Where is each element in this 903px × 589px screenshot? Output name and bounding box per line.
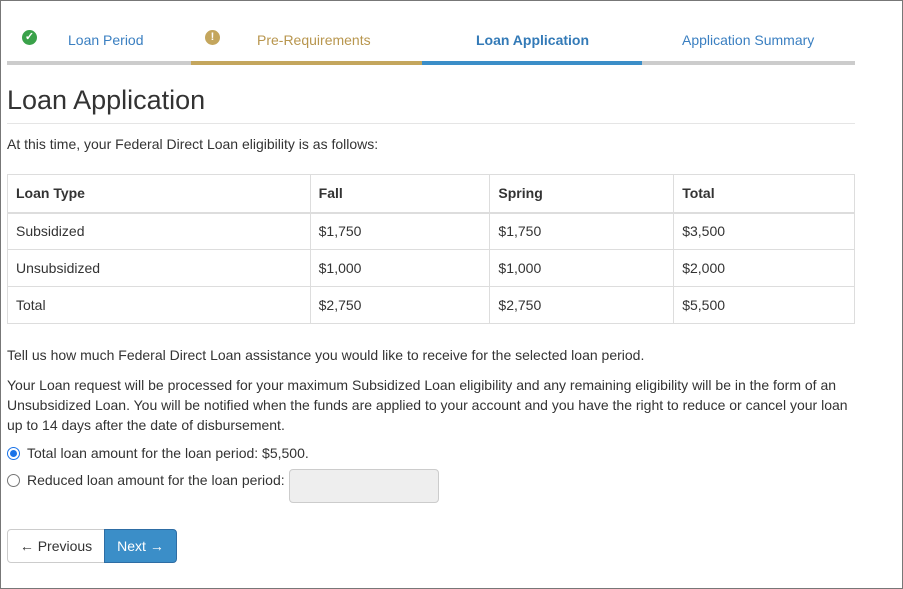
table-cell: $3,500 [673, 212, 855, 250]
total-amount-radio[interactable] [7, 446, 20, 460]
table-row: Subsidized $1,750 $1,750 $3,500 [7, 212, 855, 250]
table-cell: Unsubsidized [7, 249, 311, 287]
alert-icon: ! [205, 30, 220, 45]
table-cell: $1,750 [309, 212, 491, 250]
column-header: Loan Type [7, 174, 311, 214]
reduced-amount-radio[interactable] [7, 473, 20, 487]
instruction-prompt: Tell us how much Federal Direct Loan ass… [7, 347, 645, 363]
progress-steps: ✓ Loan Period ! Pre-Requirements Loan Ap… [7, 23, 855, 65]
reduced-amount-option[interactable]: Reduced loan amount for the loan period: [7, 472, 285, 488]
check-icon: ✓ [22, 30, 37, 45]
next-button[interactable]: Next → [104, 529, 177, 563]
step-bar [642, 61, 855, 65]
reduced-amount-label: Reduced loan amount for the loan period: [27, 472, 285, 488]
step-label: Pre-Requirements [257, 32, 371, 48]
table-cell: $2,750 [309, 286, 491, 324]
step-label: Loan Application [476, 32, 590, 48]
column-header: Total [673, 174, 855, 214]
table-row: Total $2,750 $2,750 $5,500 [7, 286, 855, 324]
step-bar [422, 61, 642, 65]
total-amount-option[interactable]: Total loan amount for the loan period: $… [7, 445, 309, 461]
instruction-details: Your Loan request will be processed for … [7, 377, 848, 433]
table-cell: $2,750 [489, 286, 675, 324]
table-cell: Subsidized [7, 212, 311, 250]
table-cell: $2,000 [673, 249, 855, 287]
intro-text: At this time, your Federal Direct Loan e… [7, 136, 379, 152]
step-label: Application Summary [682, 32, 815, 48]
previous-button[interactable]: ← Previous [7, 529, 105, 563]
step-bar [7, 61, 191, 65]
step-application-summary[interactable]: Application Summary [642, 23, 855, 65]
total-amount-label: Total loan amount for the loan period: $… [27, 445, 309, 461]
table-cell: $1,000 [309, 249, 491, 287]
table-row: Unsubsidized $1,000 $1,000 $2,000 [7, 249, 855, 287]
step-loan-application[interactable]: Loan Application [422, 23, 642, 65]
column-header: Fall [309, 174, 491, 214]
table-cell: $1,000 [489, 249, 675, 287]
table-header-row: Loan Type Fall Spring Total [7, 174, 855, 214]
step-bar [191, 61, 422, 65]
page-title: Loan Application [7, 85, 206, 115]
page-frame: ✓ Loan Period ! Pre-Requirements Loan Ap… [0, 0, 903, 589]
column-header: Spring [489, 174, 675, 214]
step-loan-period[interactable]: ✓ Loan Period [7, 23, 191, 65]
table-cell: $1,750 [489, 212, 675, 250]
eligibility-table: Loan Type Fall Spring Total Subsidized $… [7, 174, 855, 324]
title-divider [7, 123, 855, 124]
reduced-amount-input[interactable] [289, 469, 439, 503]
table-cell: Total [7, 286, 311, 324]
step-pre-requirements[interactable]: ! Pre-Requirements [191, 23, 422, 65]
table-cell: $5,500 [673, 286, 855, 324]
step-label: Loan Period [68, 32, 144, 48]
